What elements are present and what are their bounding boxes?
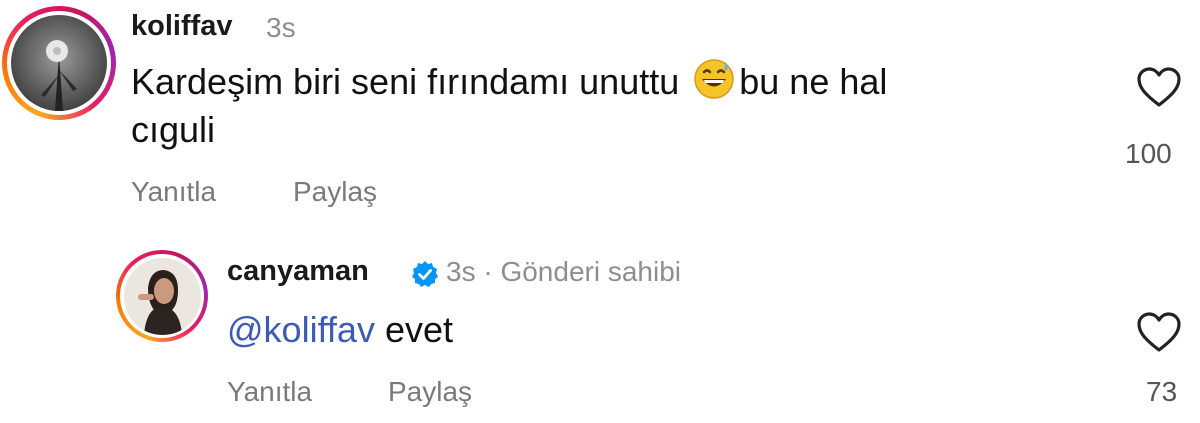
comment-thread: koliffav 3s Kardeşim biri seni fırındamı… — [0, 0, 1200, 423]
comment-text-line: cıguli — [131, 109, 216, 150]
heart-outline-icon[interactable] — [1136, 66, 1182, 108]
comment-meta: 3s · Gönderi sahibi — [446, 256, 682, 287]
grinning-sweat-emoji-icon — [693, 58, 735, 100]
comment-text: Kardeşim biri seni fırındamı unuttu bu n… — [131, 58, 1051, 154]
share-button[interactable]: Paylaş — [388, 376, 472, 408]
share-button[interactable]: Paylaş — [293, 176, 377, 208]
like-count: 73 — [1146, 376, 1178, 407]
avatar-border — [120, 254, 204, 338]
mention-link[interactable]: @koliffav — [227, 309, 375, 350]
comment-text-part: Kardeşim biri seni fırındamı unuttu — [131, 61, 690, 102]
comment-username[interactable]: koliffav — [131, 10, 233, 43]
avatar-image — [123, 257, 201, 335]
comment-text: @koliffav evet — [227, 306, 453, 354]
reply-button[interactable]: Yanıtla — [227, 376, 312, 408]
avatar[interactable] — [116, 250, 208, 342]
heart-outline-icon[interactable] — [1136, 311, 1182, 353]
avatar-image — [11, 15, 107, 111]
comment-username[interactable]: canyaman — [227, 255, 369, 288]
comment-timestamp: 3s — [266, 12, 296, 43]
verified-badge-icon — [412, 261, 438, 287]
avatar-border — [7, 11, 111, 115]
reply-button[interactable]: Yanıtla — [131, 176, 216, 208]
comment-text-part: evet — [374, 309, 453, 350]
avatar[interactable] — [2, 6, 116, 120]
like-count: 100 — [1125, 138, 1172, 169]
comment-text-part: bu ne hal — [739, 61, 888, 102]
